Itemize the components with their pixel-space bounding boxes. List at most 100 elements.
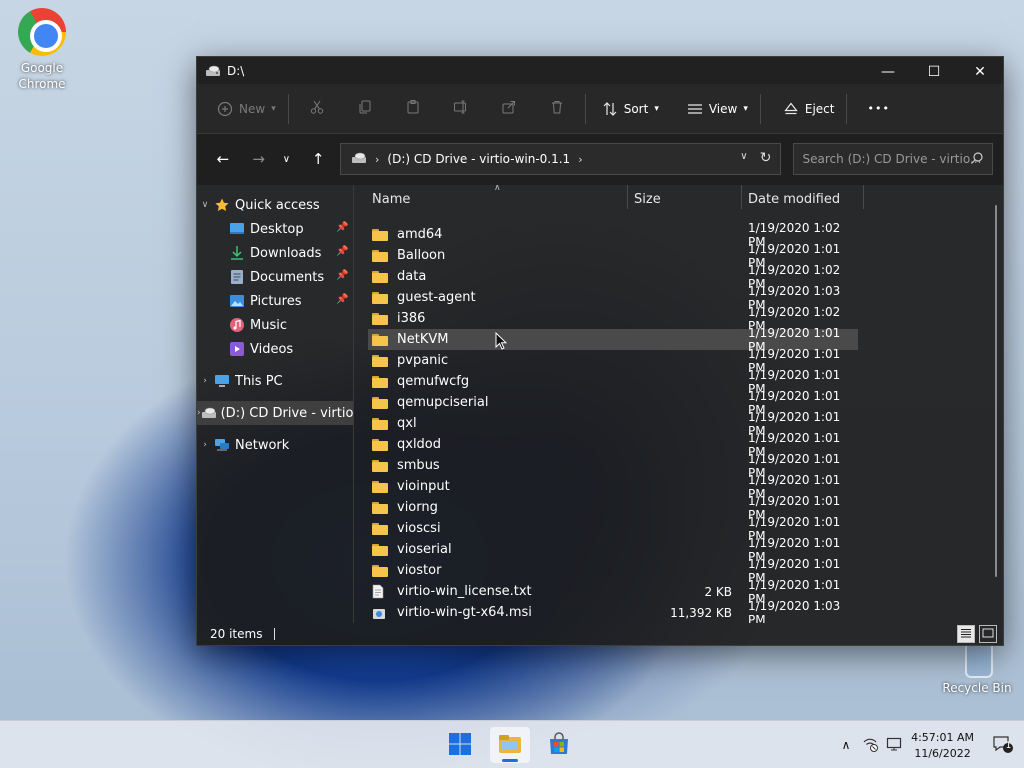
nav-item-label: This PC (235, 373, 283, 389)
share-button[interactable] (485, 91, 533, 127)
start-button[interactable] (440, 727, 480, 763)
details-view-button[interactable] (957, 625, 975, 644)
more-options-button[interactable]: ••• (859, 91, 897, 127)
new-label: New (239, 101, 266, 116)
pin-icon: 📌 (336, 246, 349, 258)
chevron-down-icon[interactable]: ∨ (740, 151, 747, 162)
sort-label: Sort (623, 101, 649, 116)
trash-icon (549, 99, 565, 118)
nav-item-downloads[interactable]: Downloads 📌 (197, 241, 353, 265)
nav-item-music[interactable]: Music (197, 313, 353, 337)
clock-date: 11/6/2022 (914, 747, 971, 760)
new-button[interactable]: New ▾ (209, 91, 284, 127)
chevron-down-icon: ▾ (654, 103, 659, 114)
chevron-down-icon: ▾ (271, 103, 276, 114)
nav-item-quick-access[interactable]: ∨ Quick access (197, 193, 353, 217)
command-bar: New ▾ Sort ▾ View ▾ Eject ••• (197, 84, 1003, 134)
folder-icon (372, 291, 390, 305)
chevron-right-icon[interactable]: › (197, 376, 213, 386)
address-box[interactable]: › (D:) CD Drive - virtio-win-0.1.1 › ∨ ↻ (340, 143, 781, 176)
taskbar-file-explorer[interactable] (490, 727, 530, 763)
folder-icon (372, 375, 390, 389)
nav-item-videos[interactable]: Videos (197, 337, 353, 361)
close-button[interactable]: ✕ (957, 57, 1003, 87)
chrome-logo-icon (18, 8, 66, 56)
recent-locations-button[interactable]: ∨ (274, 143, 298, 175)
system-clock[interactable]: 4:57:01 AM 11/6/2022 (911, 730, 974, 762)
column-header-size[interactable]: Size (634, 192, 661, 207)
file-size: 11,392 KB (670, 605, 732, 620)
chevron-down-icon[interactable]: ∨ (197, 200, 213, 210)
file-size: 2 KB (704, 584, 732, 599)
taskbar-microsoft-store[interactable] (539, 727, 579, 763)
notification-count: 1 (1005, 741, 1012, 751)
tiles-view-icon (982, 627, 994, 641)
desktop-icon-label: Google (20, 61, 64, 75)
back-button[interactable]: ← (207, 143, 239, 175)
column-header-date-modified[interactable]: Date modified (748, 192, 840, 207)
network-disconnected-icon[interactable] (862, 736, 878, 755)
active-indicator (502, 759, 518, 762)
delete-button[interactable] (533, 91, 581, 127)
forward-button[interactable]: → (243, 143, 275, 175)
copy-button[interactable] (341, 91, 389, 127)
notification-center-button[interactable]: 1 (992, 735, 1014, 758)
text-file-icon (372, 584, 390, 599)
column-separator[interactable] (627, 185, 628, 210)
folder-icon (372, 459, 390, 473)
file-list: amd64 1/19/2020 1:02 PM Balloon 1/19/2020 1… (354, 221, 1003, 623)
nav-item-desktop[interactable]: Desktop 📌 (197, 217, 353, 241)
refresh-icon[interactable]: ↻ (760, 150, 772, 166)
computer-icon (213, 373, 231, 389)
star-icon (213, 197, 231, 213)
breadcrumb-drive[interactable]: (D:) CD Drive - virtio-win-0.1.1 (387, 152, 570, 166)
rename-button[interactable] (437, 91, 485, 127)
file-explorer-icon (497, 733, 523, 758)
music-icon (228, 317, 246, 333)
eject-label: Eject (804, 101, 835, 116)
nav-item-cd-drive[interactable]: › (D:) CD Drive - virtio-win-0.1.1 (197, 401, 353, 426)
download-arrow-icon (228, 245, 246, 261)
desktop-icon-chrome[interactable]: Google Chrome (6, 8, 78, 92)
sort-button[interactable]: Sort ▾ (594, 91, 667, 127)
column-separator[interactable] (741, 185, 742, 210)
paste-button[interactable] (389, 91, 437, 127)
nav-item-documents[interactable]: Documents 📌 (197, 265, 353, 289)
file-name: pvpanic (397, 353, 449, 369)
window-title: D:\ (227, 63, 245, 78)
column-separator[interactable] (863, 185, 864, 210)
nav-item-pictures[interactable]: Pictures 📌 (197, 289, 353, 313)
rename-icon (453, 99, 469, 118)
folder-icon (372, 354, 390, 368)
file-name: qemufwcfg (397, 374, 470, 390)
pin-icon: 📌 (336, 270, 349, 282)
breadcrumb-separator-icon[interactable]: › (578, 153, 582, 166)
nav-item-label: Desktop (250, 221, 304, 237)
maximize-button[interactable]: ☐ (911, 57, 957, 87)
toolbar-separator (287, 93, 289, 124)
file-row[interactable]: virtio-win-gt-x64.msi 11,392 KB 1/19/2020 … (368, 599, 858, 623)
column-header-name[interactable]: Name (372, 192, 410, 207)
nav-item-network[interactable]: › Network (197, 433, 353, 457)
folder-icon (372, 564, 390, 578)
chevron-right-icon[interactable]: › (197, 440, 213, 450)
view-button[interactable]: View ▾ (679, 91, 756, 127)
eject-button[interactable]: Eject (775, 91, 843, 127)
nav-item-this-pc[interactable]: › This PC (197, 369, 353, 393)
clipboard-icon (405, 99, 421, 118)
desktop-icon-recycle-bin[interactable]: Recycle Bin (940, 638, 1014, 696)
display-icon[interactable] (886, 736, 902, 755)
minimize-button[interactable]: — (865, 57, 911, 87)
file-explorer-window: D:\ — ☐ ✕ New ▾ Sort ▾ View ▾ Eject ••• … (196, 56, 1004, 646)
cut-button[interactable] (293, 91, 341, 127)
folder-icon (372, 270, 390, 284)
folder-icon (372, 228, 390, 242)
up-button[interactable]: ↑ (302, 143, 334, 175)
search-box[interactable]: Search (D:) CD Drive - virtio... (792, 143, 993, 176)
title-bar[interactable]: D:\ — ☐ ✕ (197, 57, 1003, 87)
file-name: data (397, 269, 427, 285)
folder-icon (372, 480, 390, 494)
chevron-up-icon[interactable]: ∧ (836, 738, 856, 752)
vertical-scrollbar[interactable] (995, 205, 997, 578)
large-icons-view-button[interactable] (979, 625, 997, 644)
